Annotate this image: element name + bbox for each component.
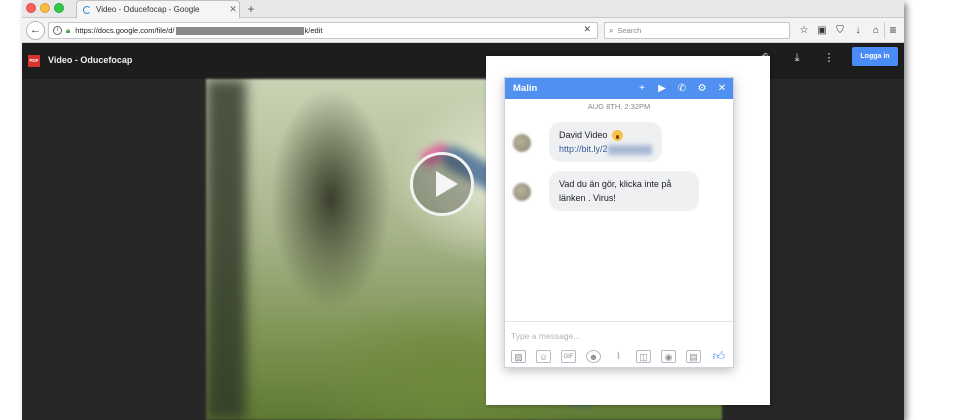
messenger-chat-window: Malin + ▶ ✆ ⚙ ✕ AUG 8TH, 2:32PM David Vi… [504, 77, 734, 368]
camera-icon[interactable]: ◉ [661, 350, 676, 363]
pocket-icon[interactable]: ⛉ [833, 22, 847, 39]
message-timestamp: AUG 8TH, 2:32PM [587, 102, 651, 111]
url-bar[interactable]: i 🔒︎ https://docs.google.com/file/d/ k/e… [48, 22, 598, 39]
message-row: Vad du än gör, klicka inte på länken . V… [513, 171, 699, 211]
play-button[interactable] [410, 152, 474, 216]
loading-spinner-icon [83, 5, 91, 14]
wow-emoji-icon [611, 130, 623, 142]
search-placeholder: Search [617, 26, 642, 35]
search-input[interactable]: ⌕ Search [604, 22, 790, 39]
tree-blur [206, 79, 246, 420]
message-text: David Video [559, 130, 608, 140]
document-title: Video - Oducefocap [48, 55, 133, 65]
clipboard-icon[interactable]: ▣ [815, 22, 829, 39]
close-window-button[interactable] [26, 3, 36, 13]
gear-icon[interactable]: ⚙ [695, 81, 709, 96]
url-suffix: k/edit [304, 26, 323, 35]
star-icon[interactable]: ☆ [797, 22, 811, 39]
url-prefix: https://docs.google.com/file/d/ [75, 26, 175, 35]
toolbar-icons: ☆ ▣ ⛉ ↓ ⌂ [797, 22, 883, 39]
chat-header: Malin + ▶ ✆ ⚙ ✕ [505, 78, 733, 99]
link-redacted [607, 144, 652, 155]
chat-header-icons: + ▶ ✆ ⚙ ✕ [635, 81, 729, 96]
lock-icon: 🔒︎ [66, 25, 71, 35]
message-link[interactable]: http://bit.ly/2 [559, 144, 608, 154]
pdf-icon: PDF [28, 55, 40, 67]
calendar-icon[interactable]: ▤ [686, 350, 701, 363]
message-row: David Video http://bit.ly/2 [513, 122, 662, 162]
phone-icon[interactable]: ✆ [675, 81, 689, 96]
home-icon[interactable]: ⌂ [869, 22, 883, 39]
close-icon[interactable]: ✕ [715, 81, 729, 96]
tab-video[interactable]: Video - Oducefocap - Google ✕ [76, 0, 240, 18]
browser-window: Video - Oducefocap - Google ✕ + ← i 🔒︎ h… [22, 0, 904, 420]
back-button[interactable]: ← [26, 21, 45, 40]
compose-toolbar: ▨ ☺ GIF ☻ ⌇ ◫ ◉ ▤ [511, 350, 701, 363]
url-redacted [175, 26, 304, 35]
photo-icon[interactable]: ▨ [511, 350, 526, 363]
like-icon[interactable]: 👍︎ [712, 349, 725, 364]
emoji-icon[interactable]: ☻ [586, 350, 601, 363]
login-button[interactable]: Logga in [852, 47, 898, 66]
add-person-icon[interactable]: + [635, 81, 649, 96]
tab-title: Video - Oducefocap - Google [96, 5, 200, 14]
message-text: Vad du än gör, klicka inte på länken . V… [559, 179, 672, 203]
attachment-icon[interactable]: ⌇ [611, 350, 626, 363]
maximize-window-button[interactable] [54, 3, 64, 13]
hamburger-menu-icon[interactable]: ≡ [884, 22, 898, 39]
video-area [22, 79, 904, 420]
info-icon[interactable]: i [53, 26, 62, 35]
tab-bar: Video - Oducefocap - Google ✕ + [22, 0, 904, 18]
compose-area: Type a message... ▨ ☺ GIF ☻ ⌇ ◫ ◉ ▤ 👍︎ [505, 321, 733, 367]
download-icon[interactable]: ↓ [851, 22, 865, 39]
download-icon[interactable]: ⤓ [790, 51, 804, 65]
tab-close-icon[interactable]: ✕ [227, 4, 239, 15]
more-options-icon[interactable]: ⋮ [822, 51, 836, 65]
viewer-header: PDF Video - Oducefocap ⎙ ⤓ ⋮ Logga in [22, 43, 904, 79]
message-bubble: David Video http://bit.ly/2 [549, 122, 662, 162]
message-bubble: Vad du än gör, klicka inte på länken . V… [549, 171, 699, 211]
navigation-bar: ← i 🔒︎ https://docs.google.com/file/d/ k… [22, 18, 904, 43]
message-input[interactable]: Type a message... [511, 331, 580, 341]
contact-name[interactable]: Malin [513, 83, 537, 94]
clear-url-icon[interactable]: ✕ [583, 24, 591, 35]
sticker-icon[interactable]: ☺ [536, 350, 551, 363]
avatar [513, 134, 531, 152]
new-tab-button[interactable]: + [244, 0, 258, 18]
video-call-icon[interactable]: ▶ [655, 81, 669, 96]
avatar [513, 183, 531, 201]
minimize-window-button[interactable] [40, 3, 50, 13]
gif-icon[interactable]: GIF [561, 350, 576, 363]
game-icon[interactable]: ◫ [636, 350, 651, 363]
search-icon: ⌕ [609, 25, 614, 35]
